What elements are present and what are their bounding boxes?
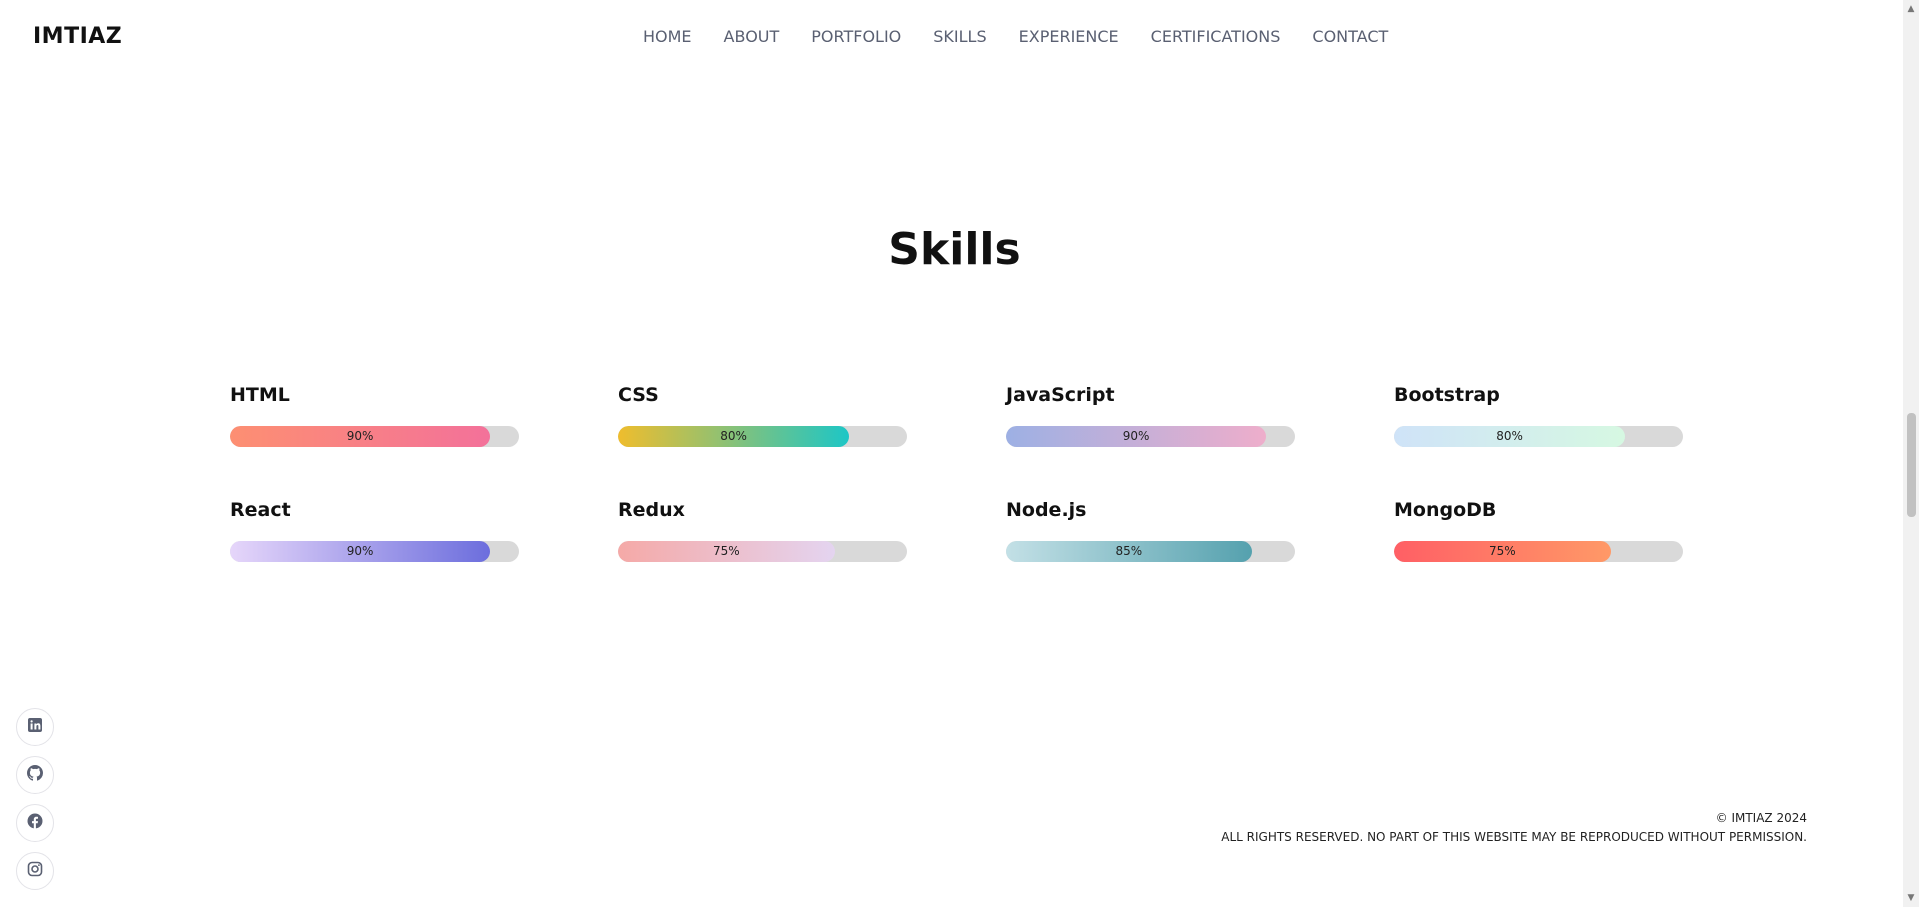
skill-css: CSS 80% (618, 383, 908, 447)
nav-link-skills[interactable]: SKILLS (933, 27, 986, 46)
nav-link-portfolio[interactable]: PORTFOLIO (811, 27, 901, 46)
instagram-link[interactable] (16, 852, 54, 890)
skill-name: MongoDB (1394, 499, 1497, 521)
skill-percent-label: 90% (346, 429, 374, 443)
page-scrollbar[interactable]: ▲ ▼ (1903, 0, 1919, 907)
main-nav: HOME ABOUT PORTFOLIO SKILLS EXPERIENCE C… (643, 27, 1388, 46)
instagram-icon (27, 861, 43, 881)
skill-percent-label: 80% (1496, 429, 1523, 443)
skill-name: Redux (618, 499, 685, 521)
skill-mongodb: MongoDB 75% (1394, 498, 1684, 562)
nav-link-certifications[interactable]: CERTIFICATIONS (1151, 27, 1281, 46)
github-link[interactable] (16, 756, 54, 794)
nav-link-experience[interactable]: EXPERIENCE (1019, 27, 1119, 46)
skill-percent-label: 80% (720, 429, 747, 443)
linkedin-link[interactable] (16, 708, 54, 746)
footer-copyright: © IMTIAZ 2024 (1715, 811, 1807, 825)
skill-bar-track: 80% (1394, 426, 1683, 447)
skill-name: Node.js (1006, 499, 1087, 521)
skill-percent-label: 75% (1489, 544, 1516, 558)
skill-nodejs: Node.js 85% (1006, 498, 1296, 562)
skill-javascript: JavaScript 90% (1006, 383, 1296, 447)
skill-bar-track: 85% (1006, 541, 1295, 562)
skill-percent-label: 85% (1115, 544, 1143, 558)
skill-bar-track: 75% (1394, 541, 1683, 562)
nav-link-home[interactable]: HOME (643, 27, 692, 46)
site-logo[interactable]: IMTIAZ (33, 24, 122, 49)
skill-name: HTML (230, 384, 290, 406)
skill-name: React (230, 499, 291, 521)
skills-title: Skills (888, 224, 1021, 275)
skill-react: React 90% (230, 498, 520, 562)
skill-bar-track: 90% (1006, 426, 1295, 447)
skill-name: Bootstrap (1394, 384, 1500, 406)
github-icon (27, 765, 43, 785)
navbar: IMTIAZ HOME ABOUT PORTFOLIO SKILLS EXPER… (0, 0, 1903, 76)
footer-rights: ALL RIGHTS RESERVED. NO PART OF THIS WEB… (1221, 830, 1807, 844)
skill-percent-label: 75% (713, 544, 740, 558)
skill-bar-track: 75% (618, 541, 907, 562)
skill-percent-label: 90% (1122, 429, 1150, 443)
facebook-icon (27, 813, 43, 833)
skill-name: JavaScript (1006, 384, 1115, 406)
scrollbar-thumb[interactable] (1907, 413, 1916, 517)
footer: © IMTIAZ 2024 ALL RIGHTS RESERVED. NO PA… (1221, 809, 1807, 847)
skill-bootstrap: Bootstrap 80% (1394, 383, 1684, 447)
scroll-down-arrow-icon[interactable]: ▼ (1903, 891, 1919, 905)
nav-link-contact[interactable]: CONTACT (1312, 27, 1388, 46)
skill-redux: Redux 75% (618, 498, 908, 562)
skill-bar-track: 80% (618, 426, 907, 447)
skill-name: CSS (618, 384, 659, 406)
scroll-up-arrow-icon[interactable]: ▲ (1903, 2, 1919, 16)
skill-bar-track: 90% (230, 426, 519, 447)
skill-html: HTML 90% (230, 383, 520, 447)
skill-percent-label: 90% (346, 544, 374, 558)
nav-link-about[interactable]: ABOUT (724, 27, 780, 46)
linkedin-icon (27, 717, 43, 737)
skill-bar-track: 90% (230, 541, 519, 562)
facebook-link[interactable] (16, 804, 54, 842)
